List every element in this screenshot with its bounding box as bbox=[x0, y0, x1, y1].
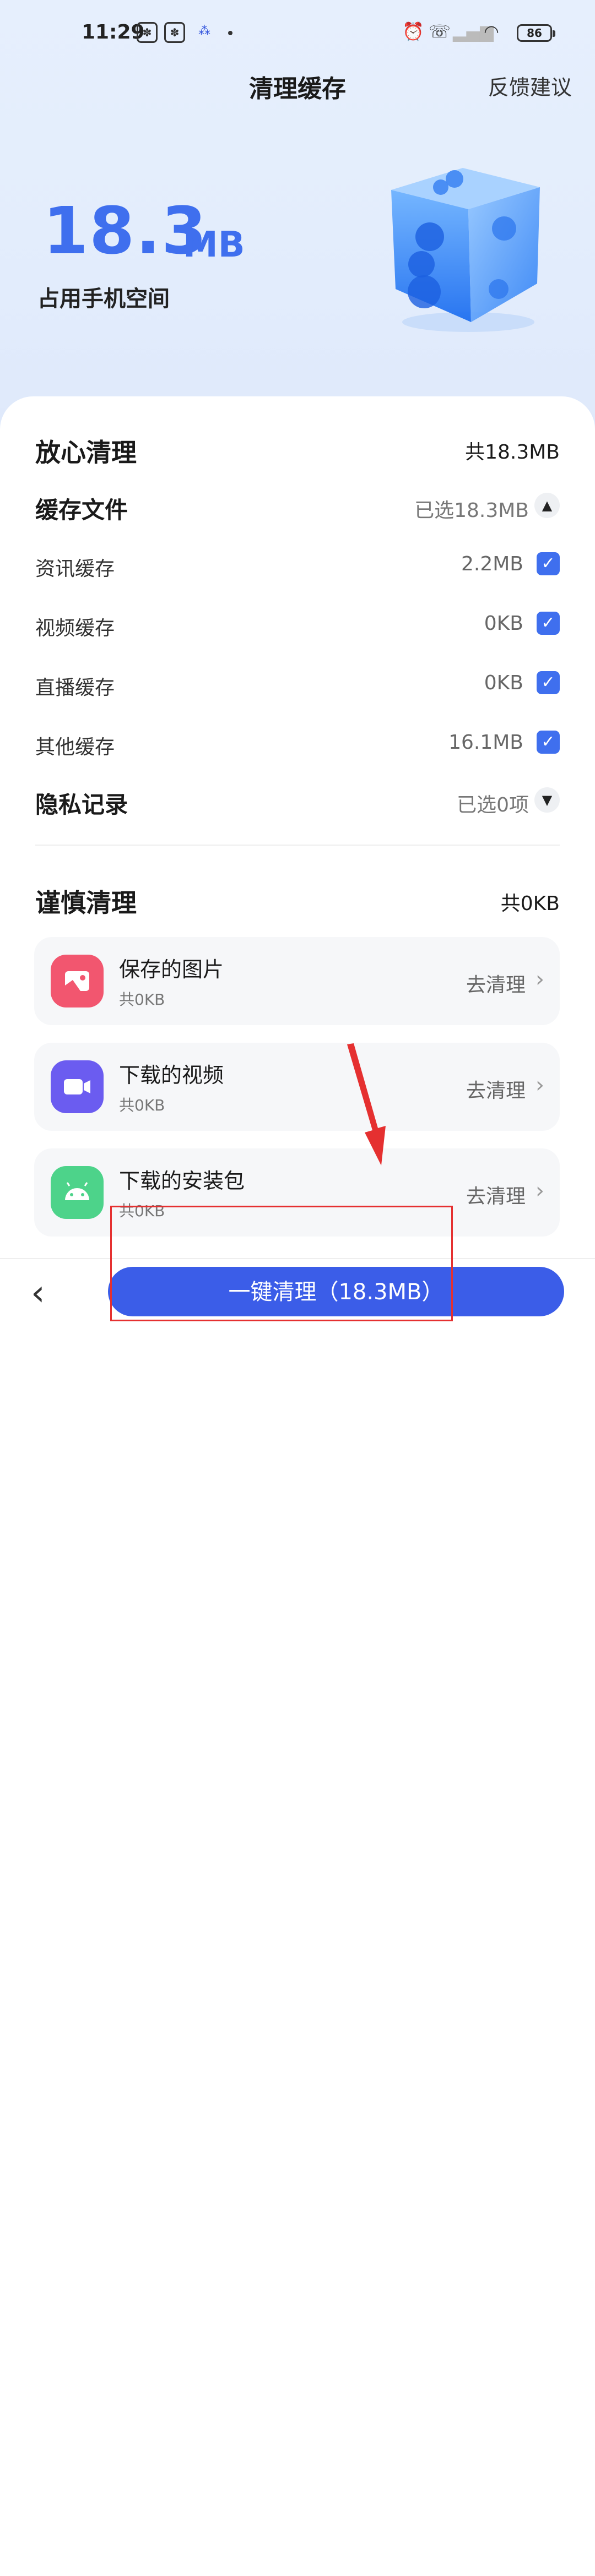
card-size: 共0KB bbox=[119, 1096, 165, 1114]
baidu-jingyan-watermark: Bai经验 jingyan.baidu.com bbox=[455, 2521, 569, 2576]
feedback-link[interactable]: 反馈建议 bbox=[488, 70, 572, 101]
card-title: 下载的视频 bbox=[119, 1063, 224, 1087]
cache-size-caption: 占用手机空间 bbox=[37, 286, 170, 312]
chevron-right-icon: › bbox=[536, 967, 544, 992]
status-bar: 11:29 ✽ ✽ ⁂ ⏰ ☏ ▂▄▆ ◠ 86 bbox=[0, 20, 595, 47]
safe-clean-title: 放心清理 bbox=[35, 438, 137, 467]
cache-item-size: 2.2MB bbox=[461, 553, 523, 575]
saved-images-card[interactable]: 保存的图片 共0KB 去清理 › bbox=[34, 937, 560, 1025]
watermark-logo-text: Bai经验 bbox=[455, 2526, 539, 2552]
careful-clean-total: 共0KB bbox=[500, 892, 560, 915]
checkbox-checked-icon[interactable]: ✓ bbox=[537, 671, 560, 694]
card-title: 保存的图片 bbox=[119, 957, 224, 982]
cache-files-selected: 已选18.3MB bbox=[414, 499, 529, 522]
cache-files-group-label[interactable]: 缓存文件 bbox=[35, 492, 128, 525]
annotation-highlight-box bbox=[110, 1206, 453, 1321]
cache-item-size: 0KB bbox=[484, 672, 523, 694]
cube-illustration bbox=[391, 168, 540, 332]
cache-item-label: 资讯缓存 bbox=[35, 558, 115, 580]
image-icon bbox=[51, 955, 104, 1007]
go-clean-button[interactable]: 去清理 bbox=[466, 1180, 526, 1209]
go-clean-button[interactable]: 去清理 bbox=[466, 1075, 526, 1103]
video-camera-icon bbox=[51, 1060, 104, 1113]
checkbox-checked-icon[interactable]: ✓ bbox=[537, 731, 560, 754]
missed-call-icon: ☏ bbox=[429, 21, 451, 42]
cache-item-size: 0KB bbox=[484, 612, 523, 635]
careful-clean-title: 谨慎清理 bbox=[35, 888, 137, 918]
annotation-arrow bbox=[347, 1043, 386, 1166]
wifi-icon: ◠ bbox=[484, 21, 499, 42]
checkbox-checked-icon[interactable]: ✓ bbox=[537, 612, 560, 635]
cache-item-label: 其他缓存 bbox=[35, 736, 115, 759]
baidu-paw-icon: ✽ bbox=[137, 22, 158, 43]
cache-item-label: 视频缓存 bbox=[35, 617, 115, 640]
cache-size-unit: MB bbox=[183, 225, 245, 265]
cache-item-size: 16.1MB bbox=[448, 731, 523, 754]
chevron-up-icon[interactable]: ▲ bbox=[534, 493, 560, 518]
privacy-records-group-label[interactable]: 隐私记录 bbox=[35, 786, 128, 820]
status-time: 11:29 bbox=[82, 21, 145, 43]
android-icon bbox=[51, 1166, 104, 1219]
card-title: 下载的安装包 bbox=[119, 1169, 245, 1193]
downloaded-videos-card[interactable]: 下载的视频 共0KB 去清理 › bbox=[34, 1043, 560, 1131]
go-clean-button[interactable]: 去清理 bbox=[466, 969, 526, 998]
back-arrow-icon[interactable]: ‹ bbox=[31, 1276, 45, 1311]
section-divider bbox=[35, 845, 560, 846]
alarm-icon: ⏰ bbox=[402, 21, 424, 42]
checkbox-checked-icon[interactable]: ✓ bbox=[537, 552, 560, 575]
card-size: 共0KB bbox=[119, 990, 165, 1009]
more-notifications-dot bbox=[228, 31, 232, 35]
chevron-right-icon: › bbox=[536, 1178, 544, 1203]
chevron-down-icon[interactable]: ▼ bbox=[534, 787, 560, 813]
baidu-paw-icon: ✽ bbox=[164, 22, 185, 43]
watermark-url: jingyan.baidu.com bbox=[456, 2553, 569, 2567]
notification-icon: ⁂ bbox=[198, 24, 210, 38]
battery-indicator: 86 bbox=[517, 24, 555, 42]
chevron-right-icon: › bbox=[536, 1072, 544, 1098]
cache-item-label: 直播缓存 bbox=[35, 677, 115, 699]
safe-clean-total: 共18.3MB bbox=[465, 441, 560, 464]
privacy-records-selected: 已选0项 bbox=[457, 794, 529, 816]
